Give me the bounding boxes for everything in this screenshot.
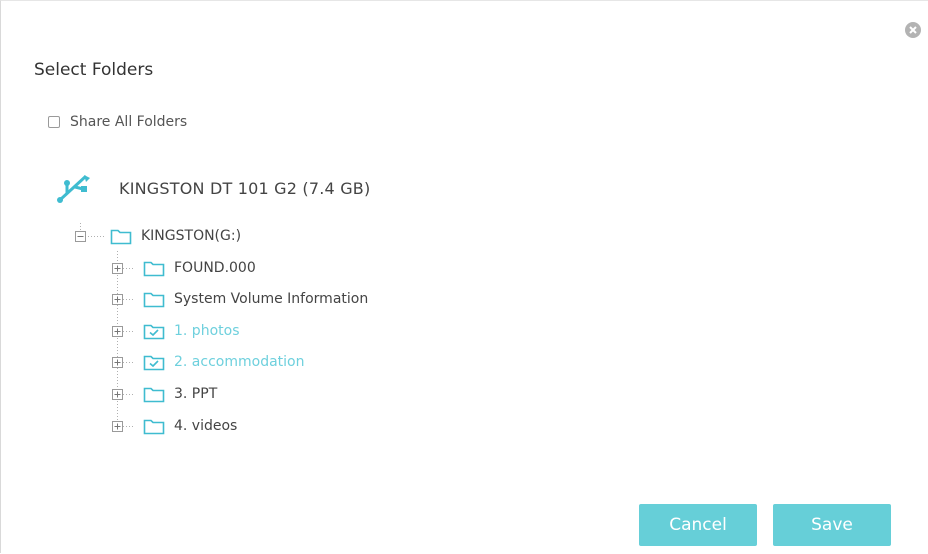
select-folders-dialog: Select Folders Share All Folders KINGSTO… [0,0,928,553]
tree-node-accommodation[interactable]: 2. accommodation [112,352,304,372]
cancel-button[interactable]: Cancel [639,504,757,546]
tree-node-photos[interactable]: 1. photos [112,321,239,341]
folder-icon [143,387,165,403]
folder-icon [110,229,132,245]
expand-icon[interactable] [112,388,123,400]
tree-node-ppt[interactable]: 3. PPT [112,384,217,404]
tree-node-label[interactable]: FOUND.000 [174,260,256,276]
tree-node-videos[interactable]: 4. videos [112,416,237,436]
folder-icon [143,419,165,435]
folder-icon [143,261,165,277]
save-button[interactable]: Save [773,504,891,546]
tree-node-label[interactable]: 1. photos [174,323,239,339]
expand-icon[interactable] [112,356,123,368]
tree-node-system-volume[interactable]: System Volume Information [112,289,368,309]
expand-icon[interactable] [112,262,123,274]
expand-icon[interactable] [112,325,123,337]
folder-icon [143,292,165,308]
tree-node-found[interactable]: FOUND.000 [112,258,256,278]
tree-node-label[interactable]: 4. videos [174,418,237,434]
tree-node-label[interactable]: KINGSTON(G:) [141,228,241,244]
expand-icon[interactable] [112,420,123,432]
collapse-icon[interactable] [75,230,86,242]
tree-node-label[interactable]: 2. accommodation [174,354,304,370]
expand-icon[interactable] [112,293,123,305]
folder-checked-icon[interactable] [143,353,165,371]
folder-checked-icon[interactable] [143,322,165,340]
tree-node-root[interactable]: KINGSTON(G:) [75,226,241,246]
tree-node-label[interactable]: System Volume Information [174,291,368,307]
tree-node-label[interactable]: 3. PPT [174,386,217,402]
